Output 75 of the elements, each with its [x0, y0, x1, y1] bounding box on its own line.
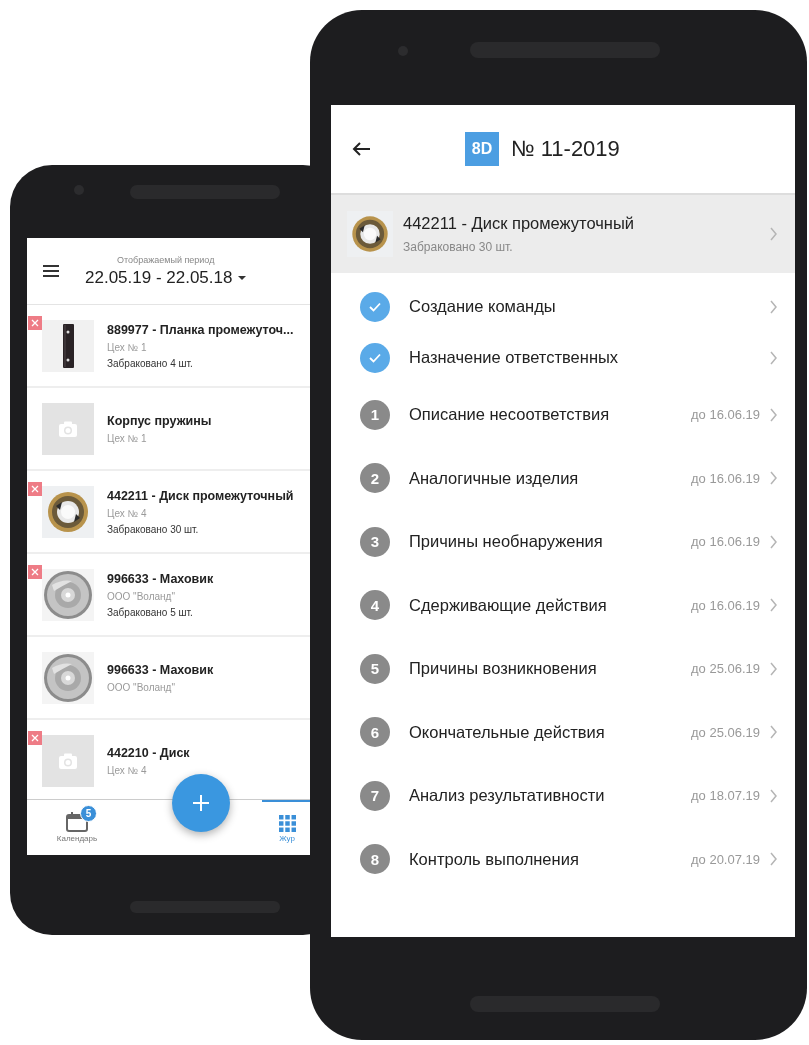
- item-title: 442211 - Диск промежуточный: [107, 488, 294, 503]
- product-row[interactable]: 442211 - Диск промежуточный Забраковано 30 шт.: [331, 195, 795, 273]
- step-item[interactable]: 8 Контроль выполнения до 20.07.19: [331, 827, 795, 891]
- rejected-count: Забраковано 4 шт.: [107, 357, 194, 369]
- chevron-right-icon: [770, 407, 777, 422]
- due-date: до 16.06.19: [690, 534, 760, 550]
- item-title: 442210 - Диск: [107, 745, 190, 760]
- chevron-right-icon: [770, 661, 777, 676]
- step-number: 7: [360, 780, 390, 811]
- step-item[interactable]: 2 Аналогичные изделия до 16.06.19: [331, 446, 795, 510]
- dropdown-caret-icon: [238, 275, 247, 280]
- step-number: 2: [360, 463, 390, 494]
- chevron-right-icon: [770, 299, 777, 314]
- chevron-right-icon: [770, 534, 777, 549]
- item-source: Цех № 4: [107, 764, 148, 776]
- chevron-right-icon: [770, 227, 777, 241]
- step-item[interactable]: Назначение ответственных: [331, 332, 795, 383]
- plus-icon: [193, 795, 209, 811]
- due-date: до 25.06.19: [690, 724, 760, 740]
- step-item[interactable]: 5 Причины возникновения до 25.06.19: [331, 637, 795, 701]
- item-source: Цех № 1: [107, 432, 148, 444]
- step-item[interactable]: 7 Анализ результативности до 18.07.19: [331, 764, 795, 828]
- due-date: до 25.06.19: [690, 661, 760, 677]
- list-item[interactable]: 996633 - Маховик ООО "Воланд" Забраковано 5 шт.: [27, 554, 312, 637]
- period-label: Отображаемый период: [117, 254, 215, 265]
- step-number: 3: [360, 526, 390, 557]
- camera-icon: [58, 751, 78, 770]
- item-source: Цех № 4: [107, 507, 148, 519]
- due-date: до 18.07.19: [690, 788, 760, 804]
- list-item[interactable]: 442211 - Диск промежуточный Цех № 4 Забраковано 30 шт.: [27, 471, 312, 554]
- rejected-count: Забраковано 5 шт.: [107, 606, 194, 618]
- step-number: 4: [360, 590, 390, 621]
- chevron-right-icon: [770, 788, 777, 803]
- period-dropdown[interactable]: 22.05.19 - 22.05.18: [85, 267, 247, 288]
- step-item[interactable]: 3 Причины необнаружения до 16.06.19: [331, 510, 795, 574]
- item-source: Цех № 1: [107, 341, 148, 353]
- list-item[interactable]: Корпус пружины Цех № 1: [27, 388, 312, 471]
- step-number: 8: [360, 844, 390, 875]
- due-date: до 16.06.19: [690, 597, 760, 613]
- chevron-right-icon: [770, 852, 777, 867]
- back-arrow-icon: [352, 141, 370, 157]
- product-title: 442211 - Диск промежуточный: [403, 214, 635, 233]
- chevron-right-icon: [770, 725, 777, 740]
- add-button[interactable]: [172, 774, 230, 832]
- step-item[interactable]: 4 Сдерживающие действия до 16.06.19: [331, 573, 795, 637]
- method-badge: 8D: [465, 132, 499, 166]
- item-title: 996633 - Маховик: [107, 662, 214, 677]
- step-number: 5: [360, 653, 390, 684]
- count-badge: 5: [80, 805, 97, 822]
- list-item[interactable]: 996633 - Маховик ООО "Воланд": [27, 637, 312, 720]
- step-number: 6: [360, 717, 390, 748]
- back-button[interactable]: [352, 141, 370, 157]
- step-item[interactable]: 1 Описание несоответствия до 16.06.19: [331, 383, 795, 447]
- due-date: до 16.06.19: [690, 470, 760, 486]
- report-title: № 11-2019: [511, 136, 620, 162]
- grid-icon: [278, 814, 296, 832]
- nav-tab[interactable]: Календарь 5: [27, 800, 127, 855]
- item-source: ООО "Воланд": [107, 590, 176, 602]
- item-title: 889977 - Планка промежуточ...: [107, 322, 294, 337]
- step-item[interactable]: 6 Окончательные действия до 25.06.19: [331, 700, 795, 764]
- item-title: 996633 - Маховик: [107, 571, 214, 586]
- step-item[interactable]: Создание команды: [331, 281, 795, 332]
- list-item[interactable]: 889977 - Планка промежуточ... Цех № 1 Забраковано 4 шт.: [27, 305, 312, 388]
- step-number: 1: [360, 399, 390, 430]
- camera-icon: [58, 419, 78, 438]
- chevron-right-icon: [770, 598, 777, 613]
- rejected-count: Забраковано 30 шт.: [403, 240, 514, 254]
- item-title: Корпус пружины: [107, 413, 212, 428]
- rejected-count: Забраковано 30 шт.: [107, 523, 200, 535]
- due-date: до 16.06.19: [690, 407, 760, 423]
- chevron-right-icon: [770, 471, 777, 486]
- menu-icon[interactable]: [43, 265, 59, 277]
- due-date: до 20.07.19: [690, 851, 760, 867]
- item-source: ООО "Воланд": [107, 681, 176, 693]
- chevron-right-icon: [770, 350, 777, 365]
